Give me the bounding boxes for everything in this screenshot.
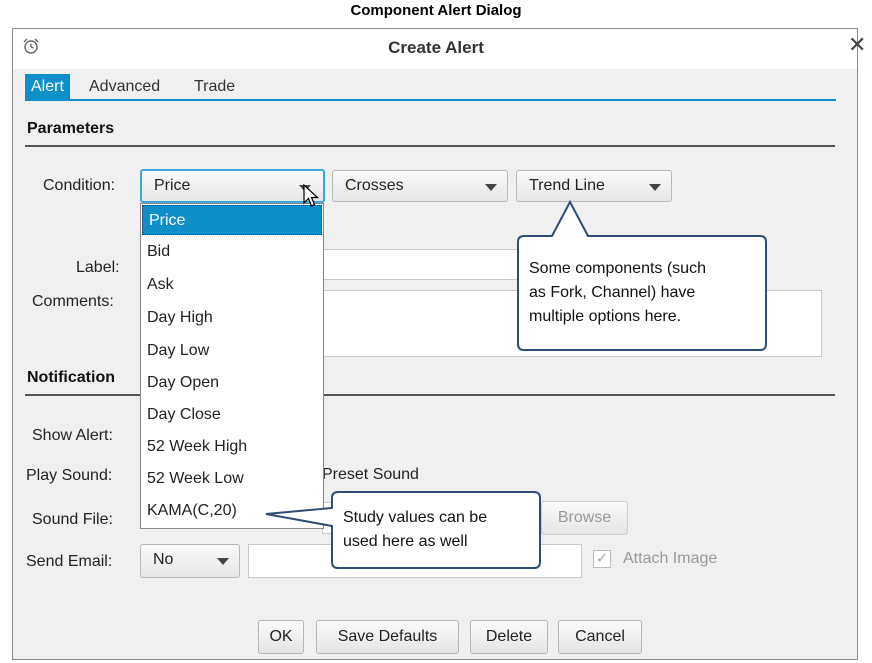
delete-button[interactable]: Delete — [470, 620, 548, 654]
send-email-label: Send Email: — [26, 553, 113, 570]
condition-operator-select[interactable]: Crosses — [332, 170, 508, 202]
study-callout-line: Study values can be — [343, 509, 488, 526]
comments-label: Comments: — [32, 293, 114, 310]
condition-target-select[interactable]: Trend Line — [516, 170, 672, 202]
trend-line-callout-line: as Fork, Channel) have — [529, 284, 696, 301]
parameters-divider — [25, 145, 835, 147]
show-alert-label: Show Alert: — [32, 427, 113, 444]
figure-caption: Component Alert Dialog — [350, 2, 522, 19]
close-icon[interactable]: ✕ — [848, 34, 866, 56]
cancel-button[interactable]: Cancel — [558, 620, 642, 654]
dialog-title: Create Alert — [388, 38, 484, 57]
condition-operator-value: Crosses — [345, 177, 404, 194]
dropdown-option[interactable]: KAMA(C,20) — [147, 502, 237, 520]
dropdown-option[interactable]: Day High — [147, 309, 213, 327]
save-defaults-button[interactable]: Save Defaults — [316, 620, 459, 654]
dropdown-option[interactable]: Day Open — [147, 374, 219, 392]
notification-heading: Notification — [27, 369, 115, 386]
label-input[interactable] — [322, 249, 532, 280]
study-values-callout — [265, 491, 541, 569]
condition-source-dropdown: Price Bid Ask Day High Day Low Day Open … — [140, 203, 324, 529]
tab-trade[interactable]: Trade — [188, 74, 241, 100]
chevron-down-icon — [217, 558, 229, 565]
preset-sound-option[interactable]: Preset Sound — [322, 466, 419, 484]
trend-line-callout-line: Some components (such — [529, 260, 706, 277]
dropdown-option[interactable]: Day Close — [147, 406, 221, 424]
condition-source-select[interactable]: Price — [140, 169, 325, 203]
play-sound-label: Play Sound: — [26, 467, 113, 484]
attach-image-label: Attach Image — [623, 550, 718, 567]
trend-line-callout-line: multiple options here. — [529, 308, 682, 325]
browse-button[interactable]: Browse — [541, 501, 628, 535]
dropdown-option[interactable]: Bid — [147, 243, 170, 261]
study-callout-line: used here as well — [343, 533, 468, 550]
sound-file-label: Sound File: — [32, 511, 113, 528]
dropdown-option[interactable]: Price — [142, 205, 322, 235]
dropdown-option[interactable]: 52 Week High — [147, 438, 247, 456]
condition-label: Condition: — [43, 177, 116, 194]
tab-alert[interactable]: Alert — [25, 74, 70, 100]
condition-source-value: Price — [154, 177, 191, 194]
parameters-heading: Parameters — [27, 120, 115, 137]
dropdown-option[interactable]: Ask — [147, 276, 174, 294]
mouse-cursor-icon — [303, 184, 320, 207]
chevron-down-icon — [485, 184, 497, 191]
tab-advanced[interactable]: Advanced — [83, 74, 166, 100]
label-field-label: Label: — [76, 259, 120, 276]
tab-underline — [25, 99, 836, 101]
condition-target-value: Trend Line — [529, 177, 605, 194]
chevron-down-icon — [649, 184, 661, 191]
dropdown-option[interactable]: 52 Week Low — [147, 470, 244, 488]
ok-button[interactable]: OK — [258, 620, 304, 654]
send-email-value: No — [153, 551, 174, 568]
attach-image-checkbox[interactable]: ✓ — [593, 550, 611, 568]
dropdown-option[interactable]: Day Low — [147, 342, 209, 360]
send-email-select[interactable]: No — [140, 544, 240, 578]
